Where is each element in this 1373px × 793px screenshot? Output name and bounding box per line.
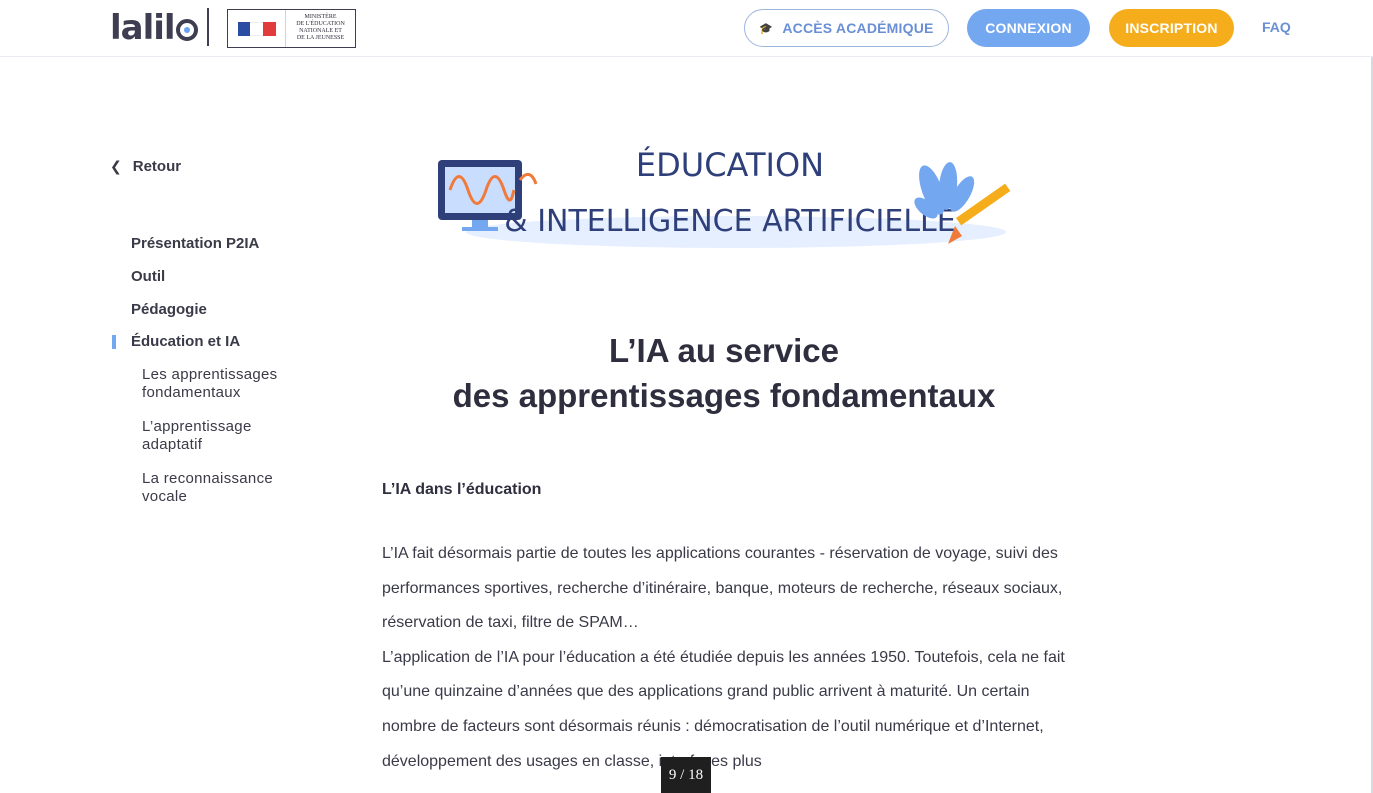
sidebar-item-education-ia[interactable]: Éducation et IA [131, 333, 240, 350]
section-title: L’IA dans l’éducation [382, 481, 542, 498]
signup-button[interactable]: INSCRIPTION [1109, 9, 1234, 47]
academic-access-button[interactable]: 🎓 ACCÈS ACADÉMIQUE [744, 9, 949, 47]
ministry-line: de l'éducation [296, 21, 345, 27]
ministry-name: Ministère de l'éducation nationale et de… [286, 10, 355, 47]
logo-divider [207, 8, 209, 46]
site-header: lalil Ministère de l'éducation nationale… [0, 0, 1373, 57]
back-link[interactable]: ❮ Retour [110, 158, 181, 175]
banner-line1: ÉDUCATION [636, 146, 824, 184]
flag-white [250, 21, 263, 36]
page-indicator: 9 / 18 [661, 757, 711, 793]
flag-red [262, 21, 276, 36]
ministry-logo: Ministère de l'éducation nationale et de… [227, 9, 356, 48]
sidebar-item-outil[interactable]: Outil [131, 268, 165, 285]
sidebar-item-presentation[interactable]: Présentation P2IA [131, 235, 259, 252]
flag-blue [237, 21, 251, 36]
login-button[interactable]: CONNEXION [967, 9, 1090, 47]
faq-link[interactable]: FAQ [1262, 19, 1291, 35]
sidebar-item-pedagogie[interactable]: Pédagogie [131, 301, 207, 318]
logo-text: lalil [110, 8, 176, 48]
page-title: L’IA au service des apprentissages fonda… [382, 328, 1066, 418]
article-body: L’IA fait désormais partie de toutes les… [382, 537, 1072, 779]
graduation-cap-icon: 🎓 [759, 22, 774, 35]
sidebar-subitem-vocale[interactable]: La reconnaissance vocale [142, 470, 302, 506]
sidebar-subitem-apprentissages[interactable]: Les apprentissages fondamentaux [142, 366, 302, 402]
page-title-line2: des apprentissages fondamentaux [452, 377, 996, 414]
logo-eye-icon [175, 19, 198, 41]
ministry-line: nationale et [299, 28, 342, 34]
academic-access-label: ACCÈS ACADÉMIQUE [782, 20, 934, 36]
paragraph: L’IA fait désormais partie de toutes les… [382, 545, 1063, 632]
signup-label: INSCRIPTION [1125, 20, 1218, 36]
education-ia-banner: ÉDUCATION & INTELLIGENCE ARTIFICIELLE [438, 146, 1011, 248]
login-label: CONNEXION [985, 20, 1072, 36]
chevron-left-icon: ❮ [110, 158, 122, 174]
ministry-line: de la jeunesse [296, 35, 345, 41]
sidebar-subitem-adaptatif[interactable]: L’apprentissage adaptatif [142, 418, 302, 454]
paragraph: L’application de l’IA pour l’éducation a… [382, 648, 1065, 770]
page-title-line1: L’IA au service [609, 332, 839, 369]
active-indicator [112, 335, 116, 349]
french-flag-icon [228, 10, 286, 47]
ministry-line: Ministère [304, 14, 337, 20]
back-label: Retour [132, 158, 182, 175]
lalilo-logo[interactable]: lalil [110, 8, 198, 48]
banner-line2: & INTELLIGENCE ARTIFICIELLE [504, 204, 955, 239]
